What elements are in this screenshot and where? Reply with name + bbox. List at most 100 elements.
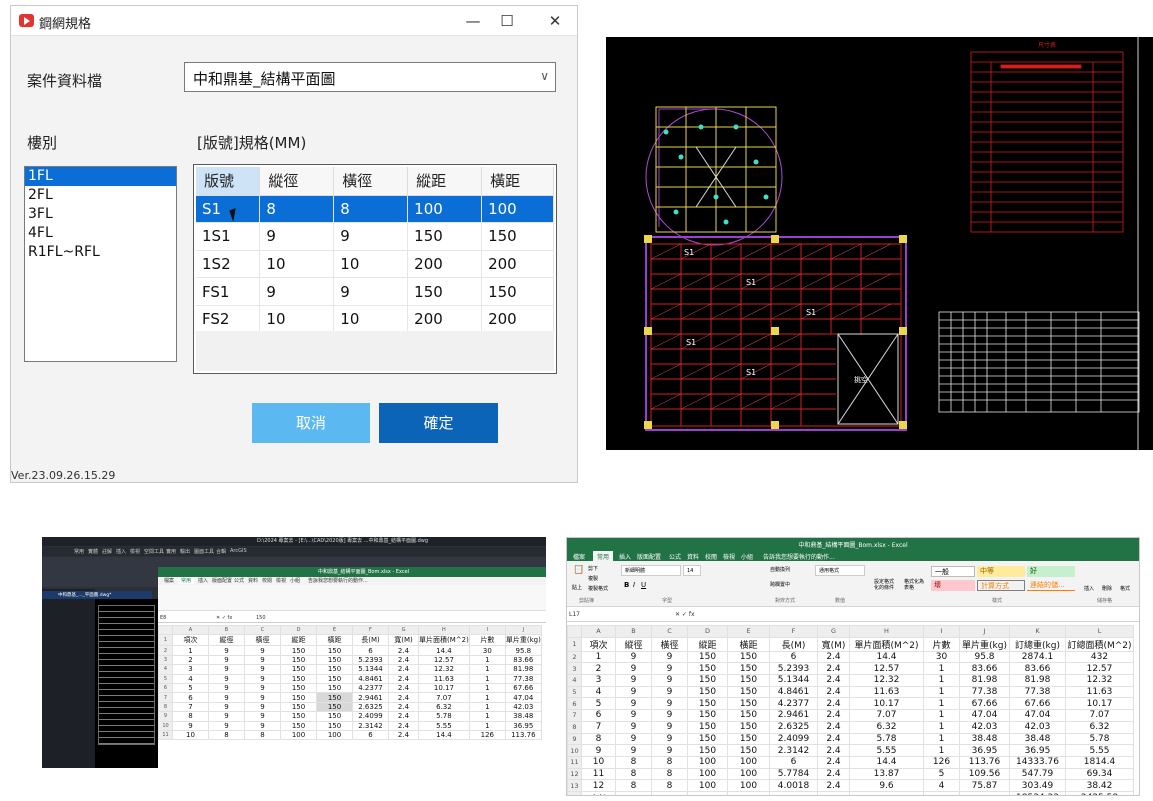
excel-tab[interactable]: 小組 [290, 577, 300, 584]
tell-me-search[interactable]: 告訴我您想要執行的動作... [308, 577, 368, 584]
table-cell[interactable]: 9.6 [849, 779, 924, 792]
table-cell[interactable]: 1 [581, 650, 616, 664]
table-cell[interactable]: 47.04 [504, 692, 542, 703]
table-cell[interactable]: 150 [687, 720, 728, 734]
table-cell[interactable]: 12.57 [849, 662, 924, 676]
header-cell[interactable]: 橫徑 [244, 634, 281, 647]
row-number[interactable]: 10 [567, 744, 582, 757]
table-cell[interactable]: 10.17 [418, 682, 470, 694]
excel-tab[interactable]: 校閱 [705, 552, 717, 561]
table-cell[interactable] [849, 790, 924, 795]
table-cell[interactable]: 9 [651, 685, 688, 699]
table-cell[interactable]: 9 [615, 709, 652, 722]
excel-tab[interactable]: 常用 [178, 577, 195, 584]
header-cell[interactable]: 單片面積(M^2) [418, 634, 470, 647]
italic-icon[interactable]: I [630, 580, 638, 591]
table-cell[interactable]: 2.4 [817, 779, 850, 792]
table-cell[interactable]: 2.6325 [769, 720, 818, 734]
excel-sheet-grid[interactable]: A B C D E F G H I J 1 項次 縱徑 橫徑 縱距 橫距 長(M) 寬(M) 單片面積(M^2) 片數… [158, 624, 542, 741]
table-row[interactable]: 10 9 9 9 150 150 2.3142 2.4 5.55 1 36.95 [158, 720, 542, 731]
table-cell[interactable]: 9 [208, 682, 245, 694]
table-cell[interactable]: 150 [727, 662, 770, 676]
table-cell[interactable]: 9 [259, 277, 335, 306]
column-letter[interactable]: E [727, 625, 770, 638]
table-cell[interactable]: 109.56 [959, 767, 1010, 781]
column-letter[interactable]: J [504, 624, 542, 636]
style-link[interactable]: 連結的儲... [1027, 580, 1075, 591]
row-number[interactable]: 1 [158, 634, 173, 647]
table-cell[interactable]: 9 [208, 692, 245, 703]
table-row[interactable]: 1 項次 縱徑 橫徑 縱距 橫距 長(M) 寬(M) 單片面積(M^2) 片數 單片重(kg) 訂總重… [567, 636, 1134, 652]
table-cell[interactable]: 150 [316, 664, 353, 675]
table-row[interactable]: 11 10 8 8 100 100 6 2.4 14.4 126 113.76 [158, 729, 542, 741]
table-cell[interactable]: 6 [352, 729, 389, 741]
table-cell[interactable]: 6 [769, 650, 818, 664]
floor-item[interactable]: 1FL [25, 167, 176, 186]
table-cell[interactable]: 47.04 [959, 709, 1010, 722]
row-number[interactable]: 2 [567, 650, 582, 664]
table-cell[interactable]: 4.0018 [769, 779, 818, 792]
row-number[interactable]: 4 [567, 674, 582, 687]
table-cell[interactable]: 150 [727, 732, 770, 746]
table-cell[interactable]: 303.49 [1009, 779, 1066, 792]
table-cell[interactable]: 38.48 [504, 711, 542, 722]
column-letter[interactable]: I [468, 624, 506, 636]
table-cell[interactable]: 81.98 [1009, 674, 1066, 687]
table-cell[interactable]: 12 [581, 779, 616, 792]
table-cell[interactable]: 2.4 [388, 692, 419, 703]
table-cell[interactable]: 150 [280, 692, 317, 703]
row-number[interactable]: 1 [567, 636, 582, 652]
table-cell[interactable]: 1 [923, 720, 960, 734]
table-cell[interactable]: 126 [468, 729, 506, 741]
table-cell[interactable]: 2.3142 [352, 720, 389, 731]
row-number[interactable]: 12 [567, 767, 582, 781]
table-cell[interactable]: 4.2377 [769, 697, 818, 711]
table-cell[interactable]: 100 [481, 195, 554, 224]
table-cell[interactable]: 9 [208, 654, 245, 666]
column-letter[interactable]: A [581, 625, 616, 638]
table-cell[interactable]: 10 [259, 305, 335, 334]
column-letter[interactable]: G [388, 624, 419, 636]
table-cell[interactable]: 1 [468, 720, 506, 731]
cad-tab[interactable]: 圖面工具 [194, 548, 214, 555]
underline-icon[interactable]: U [638, 580, 649, 591]
table-cell[interactable]: 126 [923, 755, 960, 769]
table-cell[interactable]: 2.4 [817, 674, 850, 687]
table-cell[interactable]: 100 [687, 755, 728, 769]
header-cell[interactable]: 寬(M) [817, 636, 850, 652]
table-cell[interactable]: 9 [651, 674, 688, 687]
table-cell[interactable]: 200 [481, 305, 554, 334]
close-button[interactable]: ✕ [541, 10, 569, 32]
table-cell[interactable]: 9 [208, 701, 245, 713]
table-cell[interactable] [769, 790, 818, 795]
row-number[interactable]: 6 [567, 697, 582, 711]
column-letter[interactable]: D [280, 624, 317, 636]
table-cell[interactable]: 113.76 [504, 729, 542, 741]
table-cell[interactable]: 6 [581, 709, 616, 722]
table-cell[interactable]: 200 [407, 250, 483, 279]
table-cell[interactable]: 150 [280, 654, 317, 666]
table-cell[interactable]: 8 [208, 729, 245, 741]
table-cell[interactable]: 10 [581, 755, 616, 769]
table-cell[interactable]: 2.4 [817, 697, 850, 711]
table-cell[interactable]: 2.3142 [769, 744, 818, 757]
table-cell[interactable]: 2.4 [817, 709, 850, 722]
table-cell[interactable]: 150 [316, 720, 353, 731]
conditional-format-button[interactable]: 設定格式化的條件 [871, 578, 901, 592]
table-cell[interactable]: 150 [407, 277, 483, 306]
table-cell[interactable]: 9 [615, 720, 652, 734]
paste-button[interactable]: 貼上 [569, 583, 585, 594]
table-cell[interactable]: 2.4 [388, 711, 419, 722]
table-cell[interactable]: 5.2393 [352, 654, 389, 666]
table-cell[interactable]: 3 [581, 674, 616, 687]
table-cell[interactable]: 150 [687, 674, 728, 687]
table-cell[interactable]: 5.7784 [769, 767, 818, 781]
table-cell[interactable]: 150 [687, 662, 728, 676]
table-cell[interactable]: 4 [581, 685, 616, 699]
table-cell[interactable]: 2.4 [388, 682, 419, 694]
table-row[interactable]: 3 2 9 9 150 150 5.2393 2.4 12.57 1 83.66 [158, 654, 542, 666]
table-cell[interactable]: 10 [259, 250, 335, 279]
ok-button[interactable]: 確定 [379, 403, 498, 443]
table-cell[interactable]: 100 [316, 729, 353, 741]
table-cell[interactable]: 83.66 [1009, 662, 1066, 676]
